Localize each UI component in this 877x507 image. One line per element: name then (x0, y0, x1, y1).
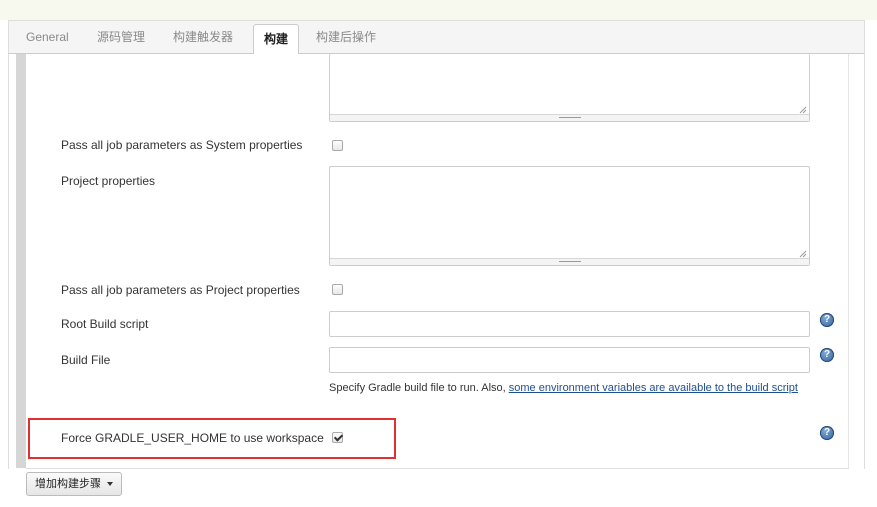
build-file-description: Specify Gradle build file to run. Also, … (329, 381, 819, 395)
add-build-step-label: 增加构建步骤 (35, 478, 101, 490)
previous-textarea[interactable] (329, 54, 810, 122)
project-properties-label: Project properties (61, 174, 156, 188)
build-file-input[interactable] (329, 347, 810, 373)
pass-project-props-label: Pass all job parameters as Project prope… (61, 283, 300, 297)
root-build-script-input[interactable] (329, 311, 810, 337)
build-file-desc-text: Specify Gradle build file to run. Also, (329, 382, 509, 394)
resize-handle-icon[interactable] (799, 250, 807, 258)
help-icon[interactable]: ? (820, 348, 834, 362)
tab-bar: General 源码管理 构建触发器 构建 构建后操作 (8, 20, 865, 55)
pass-project-props-checkbox[interactable] (332, 284, 343, 295)
panel-bottom-border (26, 468, 849, 469)
help-icon[interactable]: ? (820, 426, 834, 440)
textarea-resize-grip[interactable] (330, 114, 809, 121)
caret-down-icon (107, 482, 113, 487)
pass-system-props-label: Pass all job parameters as System proper… (61, 138, 303, 152)
root-build-script-label: Root Build script (61, 317, 149, 331)
tab-post-build[interactable]: 构建后操作 (316, 21, 376, 54)
tab-build[interactable]: 构建 (253, 24, 300, 55)
textarea-resize-grip[interactable] (330, 258, 809, 265)
tab-build-triggers[interactable]: 构建触发器 (173, 21, 233, 54)
top-strip (0, 0, 877, 20)
build-file-label: Build File (61, 353, 111, 367)
force-gradle-home-label: Force GRADLE_USER_HOME to use workspace (61, 431, 324, 445)
tab-source-control[interactable]: 源码管理 (97, 21, 145, 54)
resize-handle-icon[interactable] (799, 106, 807, 114)
force-gradle-home-checkbox[interactable] (332, 432, 343, 443)
pass-system-props-checkbox[interactable] (332, 140, 343, 151)
section-indent-bar (16, 54, 26, 468)
help-icon[interactable]: ? (820, 313, 834, 327)
add-build-step-button[interactable]: 增加构建步骤 (26, 472, 122, 496)
tab-general[interactable]: General (26, 21, 69, 54)
project-properties-textarea[interactable] (329, 166, 810, 266)
env-vars-link[interactable]: some environment variables are available… (509, 382, 798, 394)
